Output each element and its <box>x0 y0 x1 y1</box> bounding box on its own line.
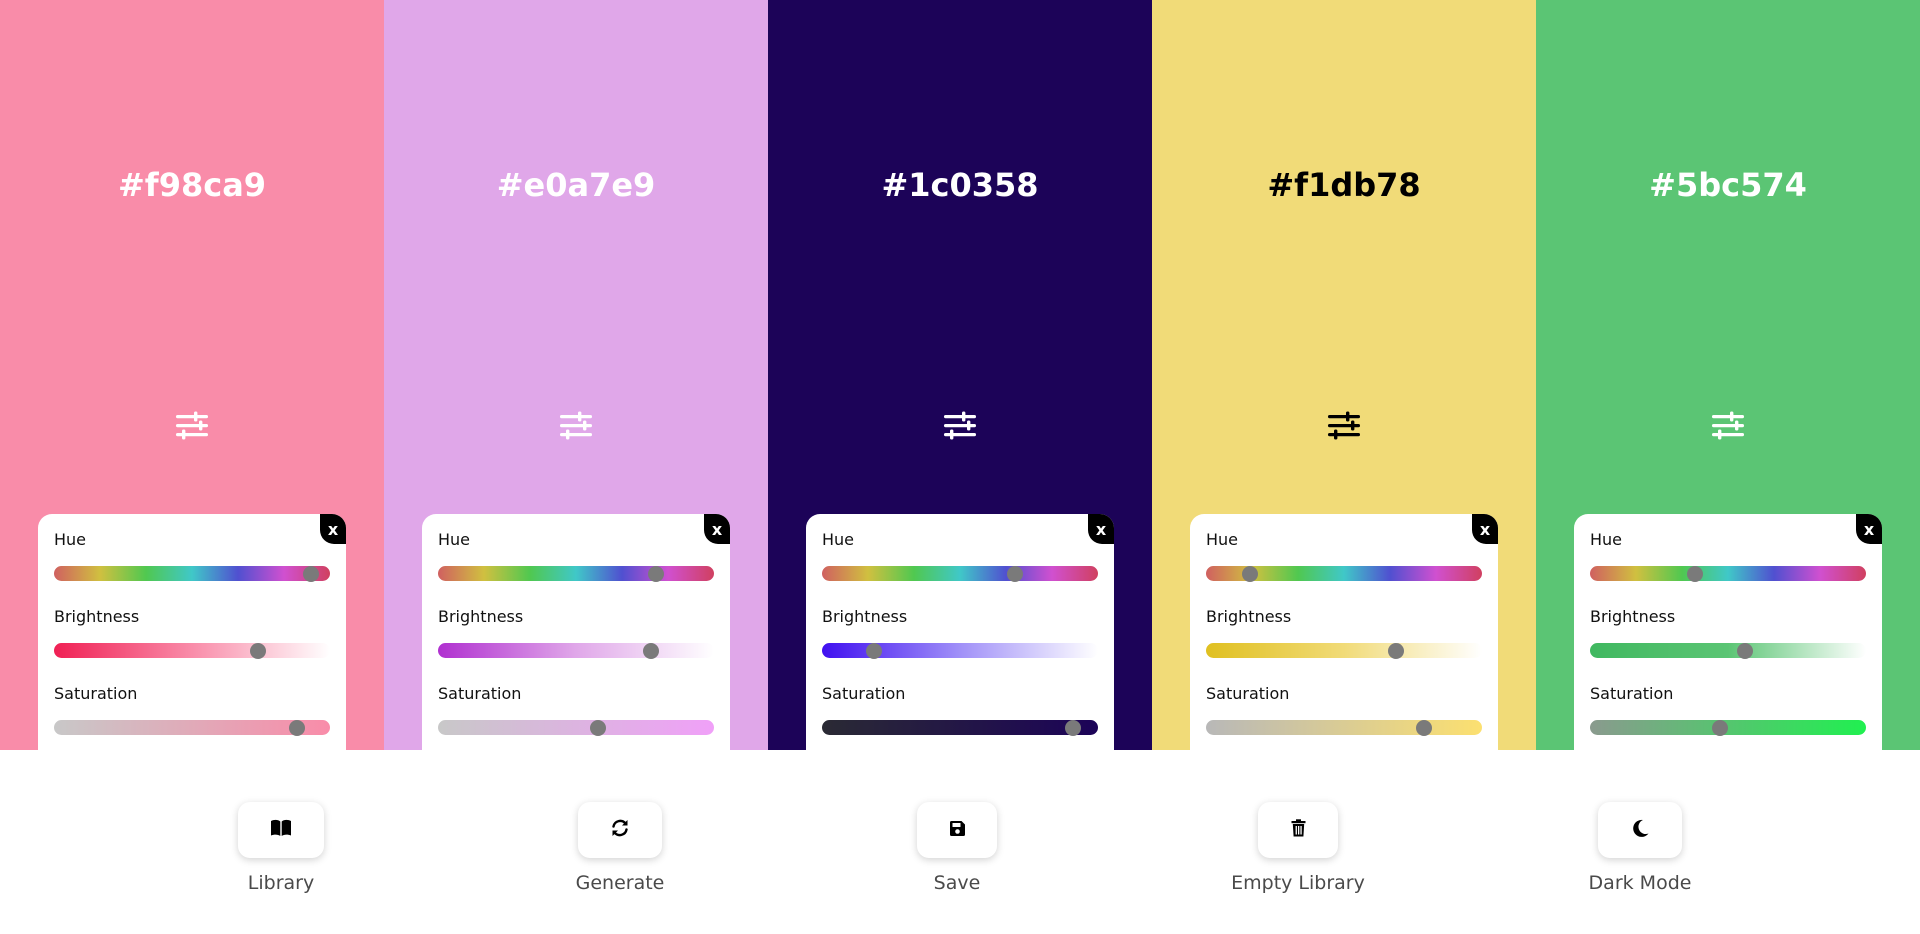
color-column: #e0a7e9 x Hue Brightness Saturation <box>384 0 768 750</box>
adjustment-panel: x Hue Brightness Saturation <box>422 514 730 750</box>
adjustment-panel: x Hue Brightness Saturation <box>1574 514 1882 750</box>
saturation-label: Saturation <box>438 684 522 703</box>
slider-thumb[interactable] <box>288 719 305 736</box>
empty-library-button[interactable] <box>1258 802 1338 858</box>
saturation-slider[interactable] <box>1206 719 1482 736</box>
book-open-icon <box>270 819 292 841</box>
slider-thumb[interactable] <box>1065 719 1082 736</box>
library-button[interactable] <box>238 802 324 858</box>
adjust-button[interactable] <box>172 408 212 444</box>
color-column: #1c0358 x Hue Brightness Saturation <box>768 0 1152 750</box>
saturation-slider[interactable] <box>822 719 1098 736</box>
save-tool: Save <box>877 802 1037 894</box>
generate-button[interactable] <box>578 802 662 858</box>
dark-mode-label: Dark Mode <box>1588 872 1692 894</box>
brightness-slider[interactable] <box>822 642 1098 659</box>
library-label: Library <box>247 872 315 894</box>
toolbar: Library Generate Save Empty Library Dark… <box>0 750 1920 934</box>
save-label: Save <box>933 872 981 894</box>
trash-icon <box>1291 819 1306 841</box>
hex-code[interactable]: #1c0358 <box>768 166 1152 204</box>
hex-code[interactable]: #e0a7e9 <box>384 166 768 204</box>
sliders-icon <box>942 410 978 442</box>
adjust-button[interactable] <box>556 408 596 444</box>
brightness-slider[interactable] <box>1590 642 1866 659</box>
color-column: #f98ca9 x Hue Brightness Saturation <box>0 0 384 750</box>
adjustment-panel: x Hue Brightness Saturation <box>1190 514 1498 750</box>
brightness-slider[interactable] <box>54 642 330 659</box>
palette: #f98ca9 x Hue Brightness Saturation #e0a… <box>0 0 1920 750</box>
generate-tool: Generate <box>540 802 700 894</box>
slider-thumb[interactable] <box>1686 565 1703 582</box>
saturation-slider[interactable] <box>1590 719 1866 736</box>
slider-thumb[interactable] <box>648 565 665 582</box>
hex-code[interactable]: #f98ca9 <box>0 166 384 204</box>
adjustment-panel: x Hue Brightness Saturation <box>806 514 1114 750</box>
close-adjustment-button[interactable]: x <box>1472 514 1498 544</box>
save-button[interactable] <box>917 802 997 858</box>
brightness-label: Brightness <box>438 607 524 626</box>
slider-thumb[interactable] <box>1711 719 1728 736</box>
hue-label: Hue <box>822 530 855 549</box>
brightness-label: Brightness <box>822 607 908 626</box>
adjust-button[interactable] <box>1708 408 1748 444</box>
slider-thumb[interactable] <box>590 719 607 736</box>
hue-label: Hue <box>54 530 87 549</box>
slider-thumb[interactable] <box>1416 719 1433 736</box>
hue-label: Hue <box>1206 530 1239 549</box>
hue-label: Hue <box>438 530 471 549</box>
slider-thumb[interactable] <box>1736 642 1753 659</box>
saturation-slider[interactable] <box>54 719 330 736</box>
hue-slider[interactable] <box>1206 565 1482 582</box>
save-icon <box>949 820 966 841</box>
slider-thumb[interactable] <box>302 565 319 582</box>
sliders-icon <box>174 410 210 442</box>
saturation-label: Saturation <box>1206 684 1290 703</box>
adjust-button[interactable] <box>940 408 980 444</box>
close-adjustment-button[interactable]: x <box>320 514 346 544</box>
hue-slider[interactable] <box>822 565 1098 582</box>
hue-slider[interactable] <box>54 565 330 582</box>
hue-slider[interactable] <box>1590 565 1866 582</box>
empty-library-tool: Empty Library <box>1218 802 1378 894</box>
saturation-label: Saturation <box>54 684 138 703</box>
moon-icon <box>1631 819 1649 842</box>
empty-library-label: Empty Library <box>1231 872 1365 894</box>
saturation-slider[interactable] <box>438 719 714 736</box>
slider-thumb[interactable] <box>1388 642 1405 659</box>
slider-thumb[interactable] <box>642 642 659 659</box>
saturation-label: Saturation <box>822 684 906 703</box>
slider-thumb[interactable] <box>1242 565 1259 582</box>
brightness-label: Brightness <box>1206 607 1292 626</box>
hue-slider[interactable] <box>438 565 714 582</box>
hex-code[interactable]: #5bc574 <box>1536 166 1920 204</box>
color-column: #5bc574 x Hue Brightness Saturation <box>1536 0 1920 750</box>
brightness-slider[interactable] <box>438 642 714 659</box>
close-adjustment-button[interactable]: x <box>704 514 730 544</box>
hue-label: Hue <box>1590 530 1623 549</box>
color-column: #f1db78 x Hue Brightness Saturation <box>1152 0 1536 750</box>
brightness-label: Brightness <box>1590 607 1676 626</box>
sliders-icon <box>1710 410 1746 442</box>
sliders-icon <box>1326 410 1362 442</box>
adjust-button[interactable] <box>1324 408 1364 444</box>
close-adjustment-button[interactable]: x <box>1088 514 1114 544</box>
refresh-icon <box>610 818 630 842</box>
slider-thumb[interactable] <box>250 642 267 659</box>
dark-mode-button[interactable] <box>1598 802 1682 858</box>
saturation-label: Saturation <box>1590 684 1674 703</box>
adjustment-panel: x Hue Brightness Saturation <box>38 514 346 750</box>
slider-thumb[interactable] <box>866 642 883 659</box>
hex-code[interactable]: #f1db78 <box>1152 166 1536 204</box>
brightness-label: Brightness <box>54 607 140 626</box>
close-adjustment-button[interactable]: x <box>1856 514 1882 544</box>
sliders-icon <box>558 410 594 442</box>
dark-mode-tool: Dark Mode <box>1560 802 1720 894</box>
slider-thumb[interactable] <box>1007 565 1024 582</box>
generate-label: Generate <box>575 872 665 894</box>
brightness-slider[interactable] <box>1206 642 1482 659</box>
library-tool: Library <box>201 802 361 894</box>
